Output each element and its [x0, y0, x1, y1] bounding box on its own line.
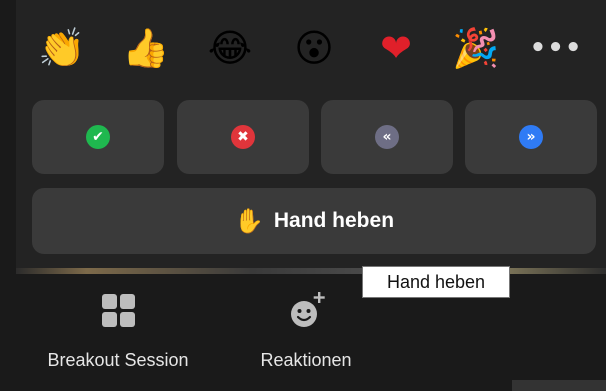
red-heart-icon: ❤ — [380, 26, 412, 70]
raised-hand-icon: ✋ — [233, 207, 264, 235]
clapping-hands-icon: 👏 — [38, 26, 86, 70]
surprised-face-button[interactable]: 😮 — [288, 22, 340, 74]
bottom-edge-chip — [512, 380, 606, 391]
party-popper-button[interactable]: 🎉 — [450, 22, 502, 74]
raise-hand-tooltip: Hand heben — [362, 266, 510, 298]
raise-hand-label: Hand heben — [273, 209, 395, 232]
go-faster-button[interactable]: » — [465, 100, 597, 174]
yes-button[interactable]: ✔ — [32, 100, 164, 174]
breakout-session-label: Breakout Session — [47, 350, 189, 370]
thumbs-up-icon: 👍 — [122, 26, 170, 70]
breakout-grid-icon — [98, 288, 138, 328]
add-reaction-icon — [286, 288, 326, 328]
go-slower-icon: « — [375, 125, 399, 149]
thumbs-up-button[interactable]: 👍 — [120, 22, 172, 74]
reactions-button[interactable]: Reaktionen — [236, 274, 376, 391]
more-dots-icon: ••• — [529, 33, 583, 63]
red-heart-button[interactable]: ❤ — [370, 22, 422, 74]
raise-hand-button[interactable]: ✋ Hand heben — [32, 188, 596, 254]
meeting-toolbar: Breakout Session Reaktionen — [0, 274, 606, 391]
reactions-panel: 👏 👍 😂 😮 ❤ 🎉 ••• ✔ ✖ « » ✋ Hand heben — [16, 0, 606, 268]
reactions-label: Reaktionen — [260, 350, 352, 370]
go-faster-icon: » — [519, 125, 543, 149]
more-reactions-button[interactable]: ••• — [530, 22, 582, 74]
go-slower-button[interactable]: « — [321, 100, 453, 174]
tears-of-joy-icon: 😂 — [207, 26, 253, 70]
surprised-face-icon: 😮 — [294, 26, 334, 70]
tears-of-joy-button[interactable]: 😂 — [204, 22, 256, 74]
yes-check-icon: ✔ — [86, 125, 110, 149]
no-button[interactable]: ✖ — [177, 100, 309, 174]
feedback-row: ✔ ✖ « » — [32, 100, 606, 174]
emoji-reactions-row: 👏 👍 😂 😮 ❤ 🎉 ••• — [16, 22, 606, 80]
party-popper-icon: 🎉 — [452, 26, 500, 70]
no-x-icon: ✖ — [231, 125, 255, 149]
clapping-hands-button[interactable]: 👏 — [36, 22, 88, 74]
breakout-session-button[interactable]: Breakout Session — [0, 274, 236, 391]
